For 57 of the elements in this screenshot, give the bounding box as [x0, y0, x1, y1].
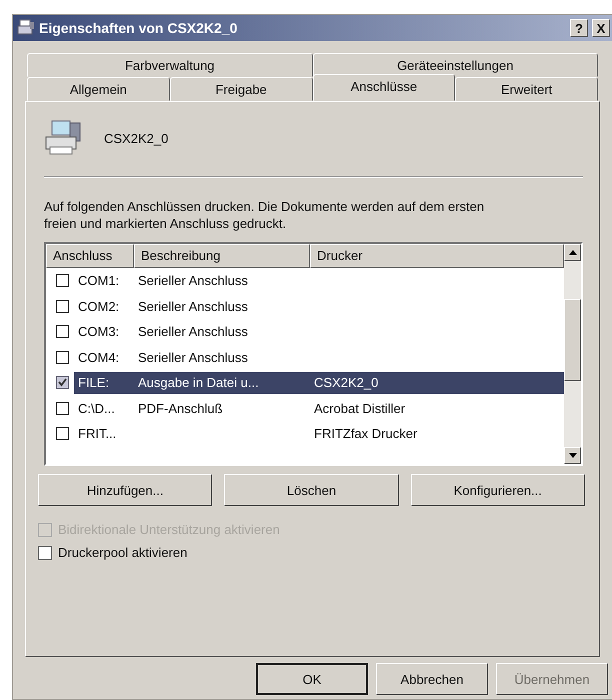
port-cell-text: FILE: [78, 375, 110, 390]
port-checkbox[interactable] [56, 274, 69, 288]
port-checkbox[interactable] [56, 350, 69, 364]
printer-name: CSX2K2_0 [104, 130, 168, 146]
description-cell: PDF-Anschluß [138, 400, 223, 416]
option-checkbox[interactable] [38, 546, 52, 560]
printer-cell: CSX2K2_0 [314, 375, 378, 390]
port-cell-text: COM3: [78, 324, 120, 340]
window-title: Eigenschaften von CSX2K2_0 [39, 20, 238, 36]
port-checkbox[interactable] [56, 376, 69, 390]
port-row[interactable]: COM3: Serieller Anschluss [74, 320, 564, 343]
column-header[interactable]: Anschluss [46, 244, 134, 268]
description-cell: Ausgabe in Datei u... [138, 375, 259, 390]
scrollbar[interactable] [564, 244, 581, 464]
port-checkbox[interactable] [56, 427, 69, 440]
port-button[interactable]: Löschen [224, 474, 399, 506]
description-cell: Serieller Anschluss [138, 324, 248, 340]
port-button[interactable]: Hinzufügen... [38, 474, 212, 506]
port-row[interactable]: C:\D... PDF-Anschluß Acrobat Distiller [74, 397, 564, 420]
port-row[interactable]: COM4: Serieller Anschluss [74, 346, 564, 368]
printer-cell: Acrobat Distiller [314, 400, 406, 416]
port-checkbox[interactable] [56, 325, 69, 338]
description-cell: Serieller Anschluss [138, 298, 248, 314]
scroll-thumb[interactable] [564, 299, 581, 381]
column-header[interactable]: Beschreibung [134, 244, 310, 268]
tab[interactable]: Anschlüsse [312, 74, 456, 101]
down-arrow-icon [568, 453, 576, 458]
port-row[interactable]: COM1: Serieller Anschluss [74, 270, 564, 292]
dialog-button[interactable]: OK [256, 663, 368, 695]
printer-icon [17, 19, 35, 37]
tab[interactable]: Allgemein [27, 77, 170, 101]
tab[interactable]: Erweitert [455, 77, 598, 101]
scroll-down-button[interactable] [564, 447, 581, 464]
port-checkbox[interactable] [56, 402, 69, 415]
port-row[interactable]: FRIT... FRITZfax Drucker [74, 422, 564, 445]
tab[interactable]: Freigabe [170, 77, 312, 101]
option-label: Druckerpool aktivieren [58, 545, 188, 560]
scroll-up-button[interactable] [564, 244, 581, 261]
port-row[interactable]: COM2: Serieller Anschluss [74, 295, 564, 318]
tab[interactable]: Farbverwaltung [27, 53, 312, 77]
help-button[interactable]: ? [570, 19, 588, 37]
dialog-button[interactable]: Abbrechen [376, 663, 488, 695]
port-cell-text: COM1: [78, 273, 120, 288]
description-cell: Serieller Anschluss [138, 350, 248, 365]
printer-cell: FRITZfax Drucker [314, 426, 418, 442]
port-cell-text: COM2: [78, 298, 120, 314]
port-cell-text: FRIT... [78, 426, 118, 442]
up-arrow-icon [568, 250, 576, 255]
column-header[interactable]: Drucker [310, 244, 564, 268]
port-cell-text: C:\D... [78, 400, 116, 416]
port-button[interactable]: Konfigurieren... [410, 474, 585, 506]
description-cell: Serieller Anschluss [138, 273, 248, 288]
port-checkbox[interactable] [56, 300, 69, 313]
port-row[interactable]: FILE: Ausgabe in Datei u... CSX2K2_0 [74, 372, 564, 394]
close-button[interactable]: X [592, 19, 610, 37]
port-cell-text: COM4: [78, 350, 120, 365]
description-text: Auf folgenden Anschlüssen drucken. Die Dokumente werden auf dem ersten freien und markierten Anschluss gedruckt. [44, 198, 486, 232]
